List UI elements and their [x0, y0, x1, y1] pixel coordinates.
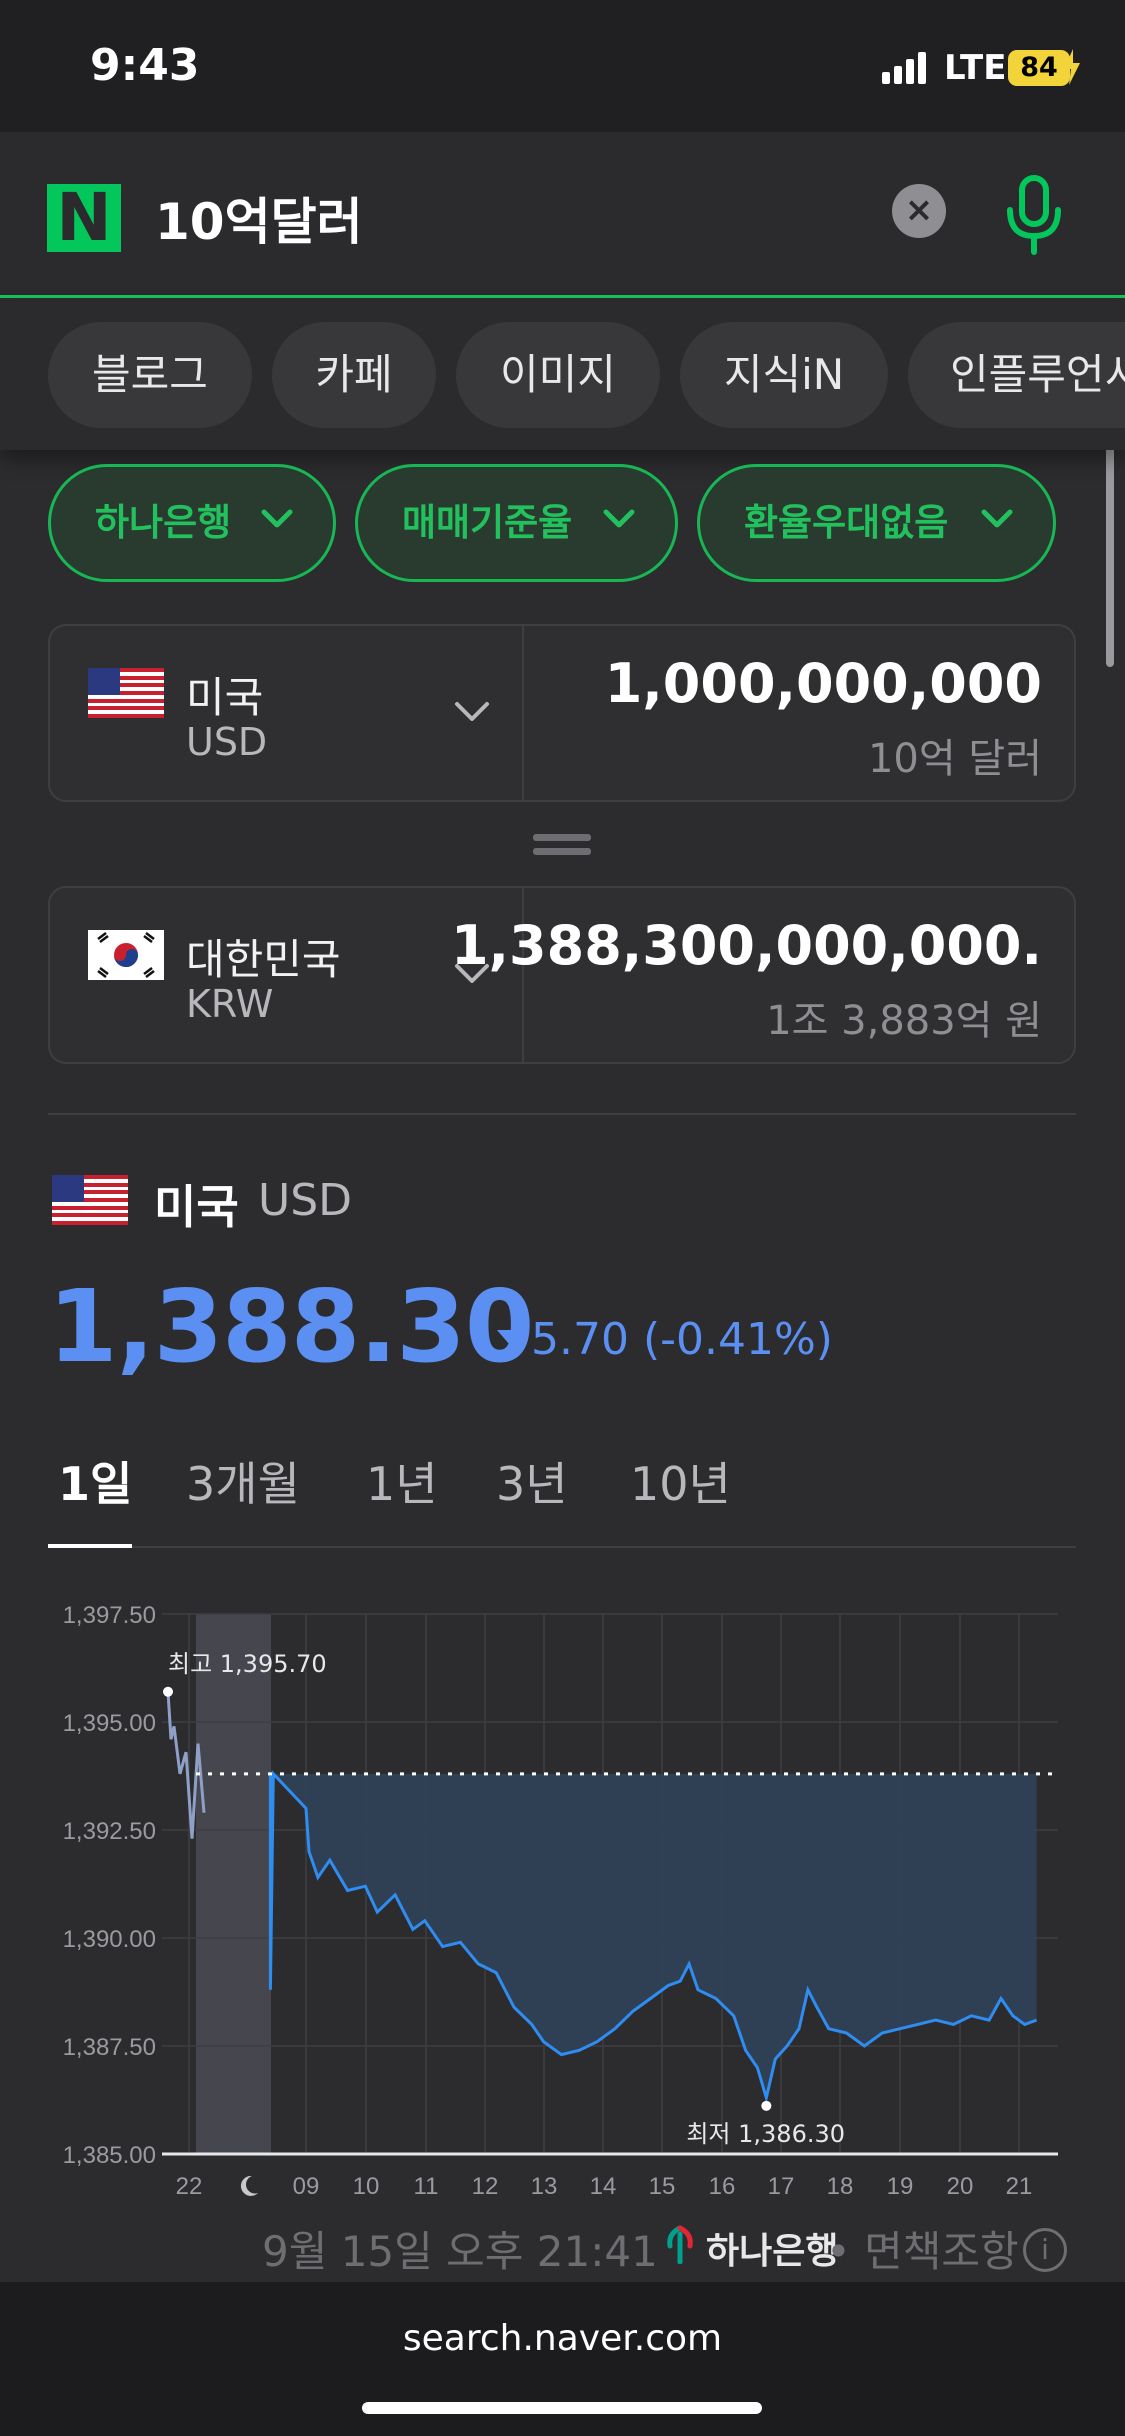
from-amount-input[interactable]: 1,000,000,000: [605, 652, 1042, 715]
signal-icon: [882, 52, 926, 84]
hana-bank-label: 하나은행: [706, 2231, 839, 2272]
x-tick-label: 09: [293, 2173, 320, 2200]
x-tick-label: 17: [768, 2173, 795, 2200]
equals-icon: [533, 834, 591, 841]
tab-influencer[interactable]: 인플루언서: [908, 322, 1125, 428]
search-input[interactable]: 10억달러: [155, 182, 363, 254]
search-tabs: 블로그 카페 이미지 지식iN 인플루언서: [0, 300, 1125, 450]
y-tick-label: 1,387.50: [63, 2034, 156, 2061]
x-tick-label: 20: [947, 2173, 974, 2200]
rate-chart[interactable]: 1,397.50 1,395.00 1,392.50 1,390.00 1,387.50…: [0, 1590, 1125, 2210]
y-tick-label: 1,392.50: [63, 1818, 156, 1845]
mic-icon[interactable]: [998, 174, 1070, 258]
active-tab-indicator: [48, 1544, 132, 1548]
tab-1year[interactable]: 1년: [366, 1448, 438, 1514]
filter-preferential[interactable]: 환율우대없음: [697, 464, 1056, 582]
to-country: 대한민국: [186, 935, 341, 984]
chevron-down-icon: [981, 509, 1013, 528]
high-label: 최고 1,395.70: [168, 1650, 327, 1678]
search-bar: N 10억달러 ×: [0, 132, 1125, 667]
high-marker: [163, 1686, 173, 1697]
rate-header: 미국 USD: [52, 1175, 352, 1234]
x-tick-label: 15: [649, 2173, 676, 2200]
tab-image[interactable]: 이미지: [456, 322, 660, 428]
chevron-down-icon: [603, 509, 635, 528]
naver-logo[interactable]: N: [47, 184, 121, 252]
hana-bank-logo-icon: [667, 2225, 693, 2264]
x-tick-label: 14: [590, 2173, 617, 2200]
us-flag-icon: [52, 1175, 128, 1225]
x-tick-label: 16: [709, 2173, 736, 2200]
to-code: KRW: [186, 982, 274, 1026]
info-icon[interactable]: i: [1023, 2228, 1067, 2272]
tab-3month[interactable]: 3개월: [186, 1448, 300, 1514]
low-marker: [761, 2100, 772, 2111]
x-tick-label: 12: [472, 2173, 499, 2200]
rate-change: 5.70 (-0.41%): [531, 1314, 833, 1365]
filter-bank-label: 하나은행: [95, 501, 232, 544]
from-amount-words: 10억 달러: [867, 736, 1042, 782]
tab-cafe[interactable]: 카페: [272, 322, 436, 428]
filter-rate-type[interactable]: 매매기준율: [355, 464, 678, 582]
tab-blog[interactable]: 블로그: [48, 322, 252, 428]
chevron-down-icon: [261, 509, 293, 528]
to-amount-words: 1조 3,883억 원: [766, 998, 1042, 1044]
status-bar: 9:43 LTE 84: [0, 0, 1125, 132]
x-tick-label: 19: [887, 2173, 914, 2200]
currency-select-from[interactable]: 미국 USD: [50, 626, 524, 800]
y-tick-label: 1,385.00: [63, 2142, 156, 2169]
series-area: [270, 1773, 1037, 2098]
filter-rate-type-label: 매매기준율: [402, 501, 573, 544]
x-tick-label: 21: [1006, 2173, 1033, 2200]
x-tick-label: 11: [414, 2173, 439, 2200]
x-tick-label: 18: [827, 2173, 854, 2200]
y-tick-label: 1,395.00: [63, 1710, 156, 1737]
rate-timestamp: 9월 15일 오후 21:41: [262, 2227, 658, 2276]
night-band: [196, 1614, 271, 2154]
from-country: 미국: [186, 673, 264, 722]
down-triangle-icon: [497, 1330, 521, 1344]
filter-preferential-label: 환율우대없음: [744, 501, 949, 544]
us-flag-icon: [88, 668, 164, 718]
battery-icon: 84: [1008, 50, 1070, 86]
status-time: 9:43: [90, 40, 200, 91]
close-icon[interactable]: ×: [892, 184, 946, 238]
kr-flag-icon: [88, 930, 164, 980]
from-code: USD: [186, 720, 268, 764]
x-tick-label: 13: [531, 2173, 558, 2200]
rate-code: USD: [258, 1175, 353, 1226]
y-tick-label: 1,390.00: [63, 1926, 156, 1953]
chevron-down-icon: [455, 702, 489, 721]
section-divider: [48, 1113, 1076, 1115]
x-tick-label: 22: [176, 2173, 203, 2200]
equals-icon-bar: [533, 848, 591, 855]
moon-icon: [240, 2175, 258, 2196]
tab-3year[interactable]: 3년: [496, 1448, 568, 1514]
rate-value: 1,388.30: [48, 1268, 534, 1385]
browser-bar: search.naver.com: [0, 2282, 1125, 2436]
period-tabs: 1일 3개월 1년 3년 10년: [48, 1448, 1076, 1548]
tab-kin[interactable]: 지식iN: [680, 322, 888, 428]
y-tick-label: 1,397.50: [63, 1602, 156, 1629]
rate-country: 미국: [154, 1180, 239, 1234]
home-indicator[interactable]: [362, 2402, 762, 2414]
tab-10year[interactable]: 10년: [630, 1448, 731, 1514]
filter-bank[interactable]: 하나은행: [48, 464, 336, 582]
low-label: 최저 1,386.30: [686, 2120, 845, 2148]
converter-to: 대한민국 KRW 1,388,300,000,000. 1조 3,883억 원: [48, 886, 1076, 1064]
converter-from: 미국 USD 1,000,000,000 10억 달러: [48, 624, 1076, 802]
charging-bolt-icon: [1064, 49, 1080, 85]
network-label: LTE: [944, 48, 1007, 88]
url-label[interactable]: search.naver.com: [0, 2318, 1125, 2359]
tab-1day[interactable]: 1일: [58, 1448, 132, 1514]
to-amount-input[interactable]: 1,388,300,000,000.: [451, 914, 1042, 977]
disclaimer-link[interactable]: • 면책조항: [826, 2218, 1019, 2279]
x-tick-label: 10: [353, 2173, 380, 2200]
